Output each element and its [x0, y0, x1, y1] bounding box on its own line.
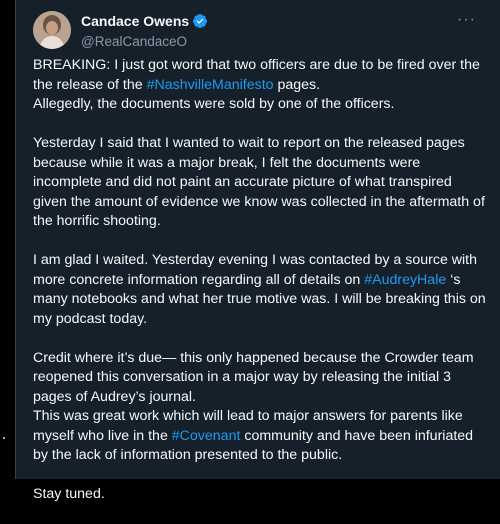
avatar[interactable] [33, 11, 71, 49]
avatar-photo [33, 11, 71, 49]
tweet-text-segment: Allegedly, the documents were sold by on… [33, 96, 395, 112]
author-display-name-text: Candace Owens [81, 13, 190, 29]
tweet-paragraph: Allegedly, the documents were sold by on… [33, 95, 488, 115]
author-handle[interactable]: @RealCandaceO [81, 33, 208, 51]
stray-dot [3, 437, 5, 439]
tweet-paragraph: Yesterday I said that I wanted to wait t… [33, 134, 488, 232]
tweet-paragraph: I am glad I waited. Yesterday evening I … [33, 251, 488, 329]
more-options-icon[interactable]: ··· [457, 12, 476, 28]
tweet-text-segment: Credit where it’s due— this only happene… [33, 349, 474, 405]
tweet-text-segment: Stay tuned. [33, 486, 105, 502]
tweet-paragraph: BREAKING: I just got word that two offic… [33, 56, 488, 95]
tweet-paragraph: Credit where it’s due— this only happene… [33, 349, 488, 408]
author-display-name[interactable]: Candace Owens [81, 12, 208, 30]
tweet-card[interactable]: Candace Owens @RealCandaceO ··· BREAKING… [15, 0, 500, 502]
hashtag-link[interactable]: #NashvilleManifesto [147, 77, 274, 93]
hashtag-link[interactable]: #Covenant [172, 428, 241, 444]
author-names: Candace Owens @RealCandaceO [81, 12, 208, 51]
tweet-header: Candace Owens @RealCandaceO ··· [33, 11, 490, 51]
hashtag-link[interactable]: #AudreyHale [364, 272, 446, 288]
tweet-text: BREAKING: I just got word that two offic… [33, 56, 488, 524]
tweet-text-segment: pages. [273, 76, 321, 93]
tweet-text-segment: Yesterday I said that I wanted to wait t… [33, 135, 485, 229]
tweet-paragraph: This was great work which will lead to m… [33, 407, 488, 466]
tweet-paragraph: Stay tuned. [33, 485, 488, 505]
verified-badge-icon [193, 14, 208, 28]
